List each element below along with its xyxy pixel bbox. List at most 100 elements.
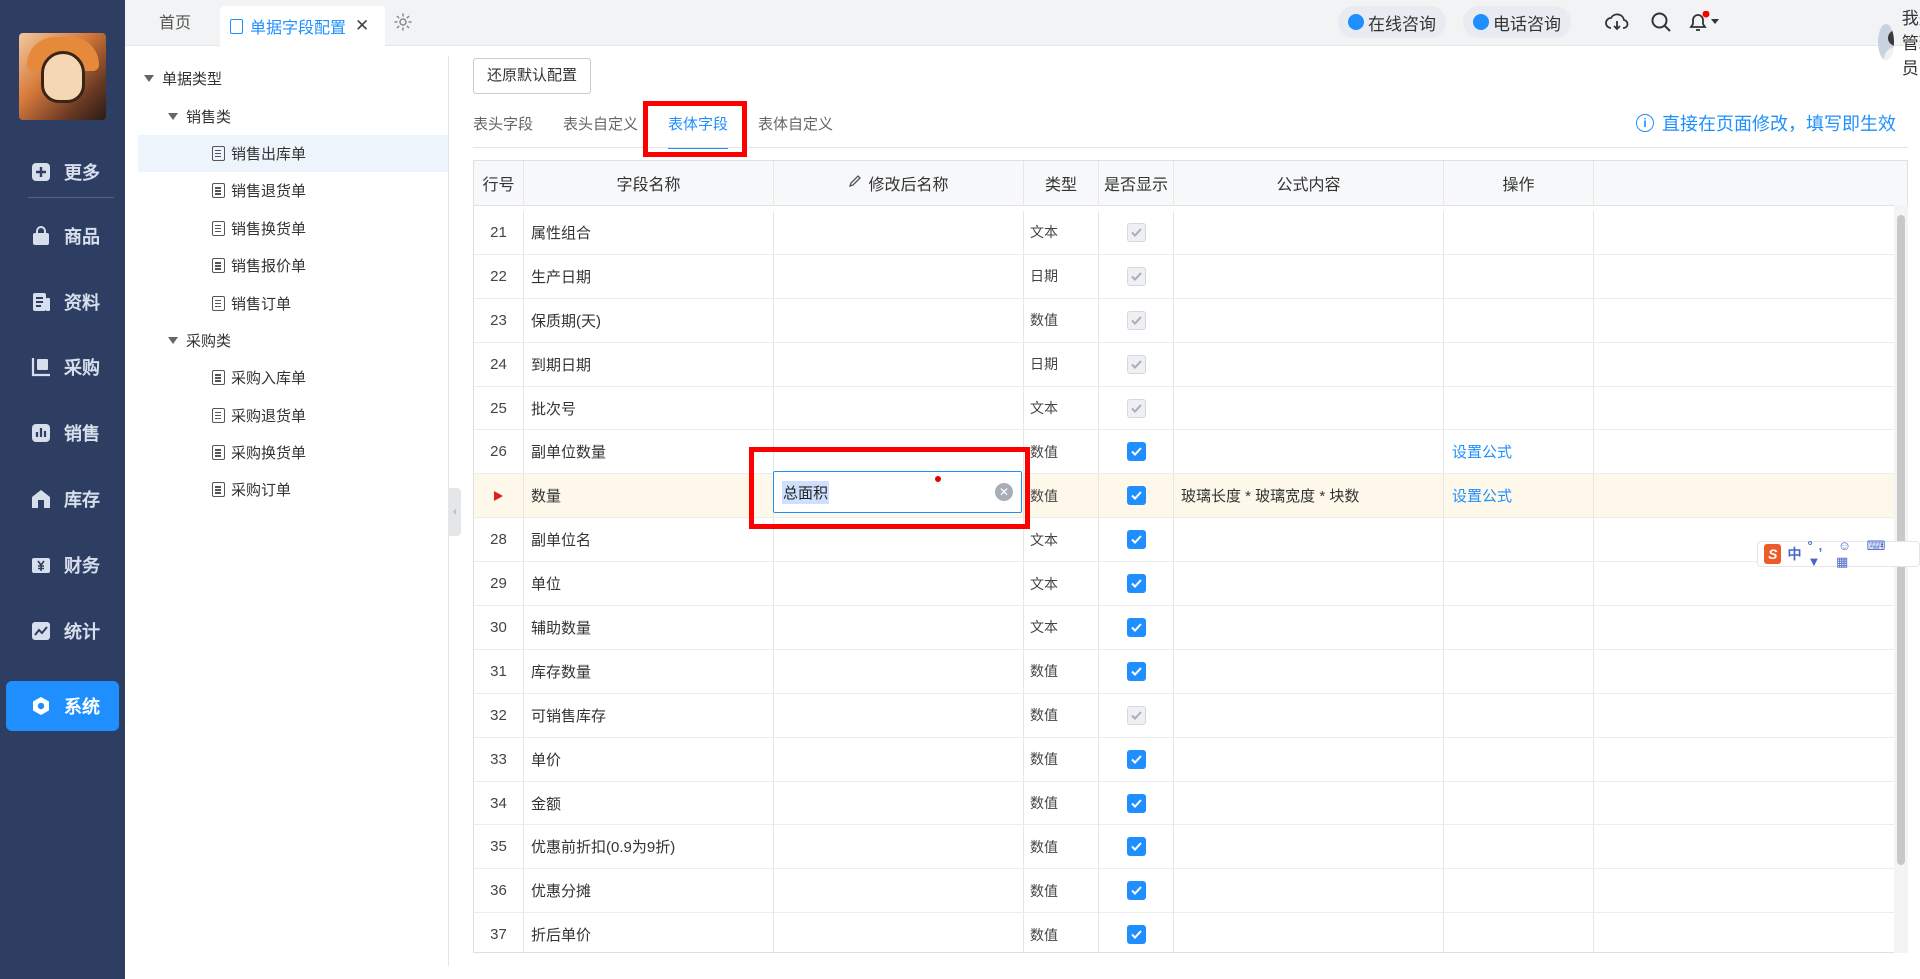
nav-item-data[interactable]: 资料 (0, 277, 125, 327)
tree-item-label: 采购入库单 (231, 370, 307, 388)
rename-cell[interactable] (774, 386, 1024, 430)
tree-item[interactable]: 采购换货单 (138, 434, 448, 471)
phone-consult-button[interactable]: 电话咨询 (1463, 6, 1571, 38)
user-menu[interactable]: 我是管理员 ▼ (1878, 4, 1920, 79)
show-checkbox[interactable] (1126, 661, 1146, 681)
rename-cell[interactable] (774, 298, 1024, 342)
nav-item-label: 系统 (64, 697, 100, 717)
row-number: 35 (474, 825, 524, 869)
table-row[interactable]: 35 优惠前折扣(0.9为9折) 数值 (474, 825, 1907, 870)
rename-cell[interactable] (774, 342, 1024, 386)
tree-item[interactable]: 销售退货单 (138, 172, 448, 209)
tree-item-label: 销售出库单 (231, 145, 307, 163)
row-number: 22 (474, 254, 524, 298)
table-row[interactable]: 36 优惠分摊 数值 (474, 869, 1907, 914)
show-checkbox[interactable] (1126, 793, 1146, 813)
bell-icon[interactable] (1687, 10, 1721, 37)
table-row[interactable]: 数量 数值 玻璃长度 * 玻璃宽度 * 块数 设置公式 (474, 474, 1907, 519)
show-checkbox[interactable] (1126, 530, 1146, 550)
table-row[interactable]: 32 可销售库存 数值 (474, 693, 1907, 738)
nav-item-inventory[interactable]: 库存 (0, 474, 125, 524)
table-row[interactable]: 28 副单位名 文本 (474, 518, 1907, 563)
field-name: 单位 (524, 562, 774, 606)
tree-root[interactable]: 单据类型 (138, 60, 448, 97)
nav-item-sales[interactable]: 销售 (0, 408, 125, 458)
table-row[interactable]: 33 单价 数值 (474, 737, 1907, 782)
nav-item-more[interactable]: 更多 (0, 147, 125, 197)
table-row[interactable]: 30 辅助数量 文本 (474, 606, 1907, 650)
operation-cell (1444, 606, 1594, 649)
table-row[interactable]: 26 副单位数量 数值 设置公式 (474, 430, 1907, 475)
gear-icon[interactable] (393, 12, 413, 36)
tree-item[interactable]: 采购订单 (138, 471, 448, 508)
table-row[interactable]: 29 单位 文本 (474, 562, 1907, 607)
field-type: 日期 (1024, 342, 1099, 386)
table-row[interactable]: 37 折后单价 数值 (474, 913, 1907, 952)
collapse-handle[interactable]: ‹ (449, 488, 461, 536)
tree-group-purchase[interactable]: 采购类 (138, 322, 448, 359)
tree-item[interactable]: 采购入库单 (138, 359, 448, 396)
tree-item[interactable]: 销售订单 (138, 284, 448, 321)
tab-home[interactable]: 首页 (159, 0, 191, 46)
tree-item-label: 采购退货单 (231, 407, 307, 425)
tab-body-custom[interactable]: 表体自定义 (758, 113, 833, 149)
set-formula-link[interactable]: 设置公式 (1452, 441, 1512, 462)
rename-cell[interactable] (774, 649, 1024, 693)
show-checkbox[interactable] (1126, 486, 1146, 506)
rename-cell[interactable] (774, 606, 1024, 649)
show-checkbox[interactable] (1126, 617, 1146, 637)
online-consult-button[interactable]: 在线咨询 (1338, 6, 1446, 38)
table-row[interactable]: 31 库存数量 数值 (474, 649, 1907, 694)
restore-default-button[interactable]: 还原默认配置 (473, 58, 592, 94)
operation-cell (1444, 693, 1594, 737)
cloud-sync-icon[interactable] (1605, 11, 1629, 37)
show-checkbox[interactable] (1126, 749, 1146, 769)
tab-header-custom[interactable]: 表头自定义 (563, 113, 638, 149)
rename-cell[interactable] (774, 562, 1024, 606)
nav-item-purchase[interactable]: 采购 (0, 342, 125, 392)
operation-cell (1444, 825, 1594, 869)
rename-cell[interactable] (774, 825, 1024, 869)
tree-item[interactable]: 销售报价单 (138, 247, 448, 284)
show-checkbox[interactable] (1126, 837, 1146, 857)
show-checkbox[interactable] (1126, 881, 1146, 901)
nav-item-system[interactable]: 系统 (6, 681, 119, 731)
table-row[interactable]: 24 到期日期 日期 (474, 342, 1907, 387)
operation-cell (1444, 298, 1594, 342)
rename-cell[interactable] (774, 913, 1024, 952)
filler-cell (1594, 474, 1907, 517)
rename-cell[interactable] (774, 737, 1024, 781)
table-row[interactable]: 23 保质期(天) 数值 (474, 298, 1907, 343)
tree-item[interactable]: 销售换货单 (138, 210, 448, 247)
rename-cell[interactable] (774, 869, 1024, 913)
rename-cell[interactable] (774, 211, 1024, 254)
show-checkbox[interactable] (1126, 925, 1146, 945)
tab-header-fields[interactable]: 表头字段 (473, 113, 533, 149)
vertical-scrollbar[interactable] (1894, 205, 1908, 953)
rename-cell[interactable] (774, 254, 1024, 298)
nav-item-finance[interactable]: 财务 (0, 540, 125, 590)
column-header-label: 修改后名称 (868, 177, 949, 194)
show-checkbox[interactable] (1126, 442, 1146, 462)
tab-document-field-config[interactable]: 单据字段配置 ✕ (220, 6, 385, 46)
table-row[interactable]: 21 属性组合 文本 (474, 211, 1907, 255)
tree-item[interactable]: 采购退货单 (138, 397, 448, 434)
table-row[interactable]: 22 生产日期 日期 (474, 254, 1907, 299)
tree-item[interactable]: 销售出库单 (138, 134, 448, 173)
rename-cell[interactable] (774, 781, 1024, 825)
table-row[interactable]: 25 批次号 文本 (474, 386, 1907, 431)
nav-item-statistics[interactable]: 统计 (0, 606, 125, 656)
phone-consult-label: 电话咨询 (1493, 14, 1561, 34)
show-cell (1099, 781, 1174, 825)
hint-text: 直接在页面修改，填写即生效 (1662, 114, 1896, 134)
ime-toolbar[interactable]: S 中 °, ☺ ⌨ ▼ ▦ (1757, 538, 1920, 569)
nav-item-goods[interactable]: 商品 (0, 211, 125, 261)
table-row[interactable]: 34 金额 数值 (474, 781, 1907, 826)
formula-content (1174, 342, 1444, 386)
show-checkbox[interactable] (1126, 574, 1146, 594)
rename-cell[interactable] (774, 693, 1024, 737)
tree-group-sales[interactable]: 销售类 (138, 97, 448, 134)
search-icon[interactable] (1650, 11, 1672, 37)
close-icon[interactable]: ✕ (355, 16, 369, 36)
set-formula-link[interactable]: 设置公式 (1452, 485, 1512, 506)
